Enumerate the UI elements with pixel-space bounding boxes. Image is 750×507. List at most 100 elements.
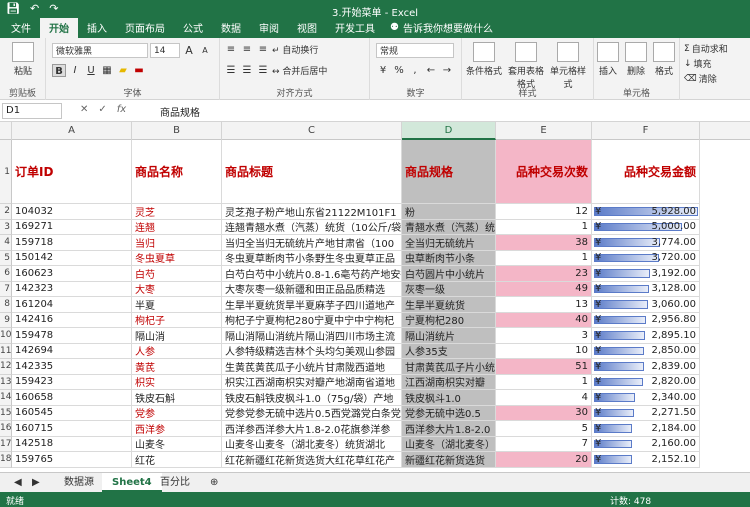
conditional-format-button[interactable]: 条件格式 [464,42,504,77]
product-spec-cell[interactable]: 西洋参大片1.8-2.0 [402,421,496,437]
delete-cells-button[interactable]: 删除 [622,42,650,77]
trade-count-cell[interactable]: 23 [496,266,592,282]
row-header[interactable]: 7 [0,281,12,297]
product-name-cell[interactable]: 连翘 [132,219,222,235]
tab-data[interactable]: 数据 [212,18,250,38]
product-name-cell[interactable]: 冬虫夏草 [132,250,222,266]
format-cells-button[interactable]: 格式 [650,42,678,77]
product-spec-cell[interactable]: 灰枣一级 [402,281,496,297]
cell-style-button[interactable]: 单元格样式 [548,42,588,90]
product-spec-cell[interactable]: 白芍圆片中小统片 [402,266,496,282]
header-product-title[interactable]: 商品标题 [222,140,402,204]
trade-amount-cell[interactable]: ¥3,128.00 [592,281,700,297]
trade-count-cell[interactable]: 5 [496,421,592,437]
align-center-icon[interactable]: ☰ [240,64,254,77]
trade-count-cell[interactable]: 40 [496,312,592,328]
add-sheet-icon[interactable]: ⊕ [200,473,228,492]
percent-button[interactable]: % [392,64,406,77]
order-id-cell[interactable]: 160658 [12,390,132,406]
product-title-cell[interactable]: 连翘青翘水煮（汽蒸）统货（10公斤/袋） [222,219,402,235]
trade-count-cell[interactable]: 3 [496,328,592,344]
row-header[interactable]: 9 [0,312,12,328]
row-header[interactable]: 13 [0,374,12,390]
align-left-icon[interactable]: ☰ [224,64,238,77]
tab-view[interactable]: 视图 [288,18,326,38]
trade-count-cell[interactable]: 1 [496,219,592,235]
trade-count-cell[interactable]: 49 [496,281,592,297]
product-name-cell[interactable]: 党参 [132,405,222,421]
row-header[interactable]: 5 [0,250,12,266]
paste-button[interactable]: 粘贴 [3,42,43,77]
order-id-cell[interactable]: 159765 [12,452,132,468]
row-header[interactable]: 10 [0,328,12,344]
trade-amount-cell[interactable]: ¥3,720.00 [592,250,700,266]
tab-developer[interactable]: 开发工具 [326,18,384,38]
trade-count-cell[interactable]: 51 [496,359,592,375]
header-product-name[interactable]: 商品名称 [132,140,222,204]
product-title-cell[interactable]: 人参特级精选吉林个头均匀美观山参园 [222,343,402,359]
underline-button[interactable]: U [84,64,98,77]
row-header[interactable]: 2 [0,204,12,220]
product-name-cell[interactable]: 大枣 [132,281,222,297]
align-middle-icon[interactable]: ≡ [240,43,254,56]
product-name-cell[interactable]: 隔山消 [132,328,222,344]
product-spec-cell[interactable]: 虫草断肉节小条 [402,250,496,266]
order-id-cell[interactable]: 161204 [12,297,132,313]
product-title-cell[interactable]: 枸杞子宁夏枸杞280宁夏中宁中宁枸杞 [222,312,402,328]
product-name-cell[interactable]: 红花 [132,452,222,468]
trade-count-cell[interactable]: 1 [496,250,592,266]
trade-count-cell[interactable]: 12 [496,204,592,220]
align-top-icon[interactable]: ≡ [224,43,238,56]
number-format-select[interactable]: 常规 [376,43,454,58]
tell-me-box[interactable]: ⚉ 告诉我你想要做什么 [384,18,499,38]
product-spec-cell[interactable]: 江西湖南枳实对瓣 [402,374,496,390]
sheet-tab-data-source[interactable]: 数据源 [54,473,104,492]
trade-amount-cell[interactable]: ¥2,839.00 [592,359,700,375]
product-spec-cell[interactable]: 青翘水煮（汽蒸）统 [402,219,496,235]
order-id-cell[interactable]: 104032 [12,204,132,220]
trade-amount-cell[interactable]: ¥2,895.10 [592,328,700,344]
tab-file[interactable]: 文件 [2,18,40,38]
name-box[interactable]: D1 [2,103,62,119]
product-title-cell[interactable]: 西洋参西洋参大片1.8-2.0花旗参洋参 [222,421,402,437]
product-name-cell[interactable]: 人参 [132,343,222,359]
product-spec-cell[interactable]: 铁皮枫斗1.0 [402,390,496,406]
worksheet-grid[interactable]: A B C D E F 1 订单ID 商品名称 商品标题 商品规格 品种交易次数 品种交易金… [0,122,750,472]
font-size-select[interactable]: 14 [150,43,180,58]
currency-icon[interactable]: ¥ [376,64,390,77]
row-header[interactable]: 6 [0,266,12,282]
order-id-cell[interactable]: 142694 [12,343,132,359]
product-name-cell[interactable]: 西洋参 [132,421,222,437]
order-id-cell[interactable]: 159718 [12,235,132,251]
product-title-cell[interactable]: 红花新疆红花新货选货大红花草红花产 [222,452,402,468]
product-name-cell[interactable]: 枳实 [132,374,222,390]
product-name-cell[interactable]: 黄芪 [132,359,222,375]
product-name-cell[interactable]: 灵芝 [132,204,222,220]
select-all-corner[interactable] [0,122,12,140]
row-header[interactable]: 16 [0,421,12,437]
row-header[interactable]: 17 [0,436,12,452]
row-header[interactable]: 14 [0,390,12,406]
scroll-right-icon[interactable]: ▶ [22,473,50,492]
order-id-cell[interactable]: 142323 [12,281,132,297]
column-header-d[interactable]: D [402,122,496,140]
product-spec-cell[interactable]: 粉 [402,204,496,220]
decrease-decimal-icon[interactable]: → [440,64,454,77]
product-title-cell[interactable]: 党参党参无硫中选片0.5西党潞党白条党 [222,405,402,421]
trade-amount-cell[interactable]: ¥3,060.00 [592,297,700,313]
row-header[interactable]: 8 [0,297,12,313]
align-bottom-icon[interactable]: ≡ [256,43,270,56]
product-title-cell[interactable]: 当归全当归无硫统片产地甘肃省（100 [222,235,402,251]
trade-amount-cell[interactable]: ¥2,184.00 [592,421,700,437]
product-spec-cell[interactable]: 人参35支 [402,343,496,359]
product-spec-cell[interactable]: 宁夏枸杞280 [402,312,496,328]
order-id-cell[interactable]: 159478 [12,328,132,344]
merge-center-button[interactable]: ↔ 合并后居中 [272,64,327,77]
tab-insert[interactable]: 插入 [78,18,116,38]
product-spec-cell[interactable]: 甘肃黄芪瓜子片小统 [402,359,496,375]
order-id-cell[interactable]: 142518 [12,436,132,452]
italic-button[interactable]: I [68,64,82,77]
fill-color-icon[interactable]: ▰ [116,64,130,77]
align-right-icon[interactable]: ☰ [256,64,270,77]
wrap-text-button[interactable]: ↵ 自动换行 [272,43,318,56]
